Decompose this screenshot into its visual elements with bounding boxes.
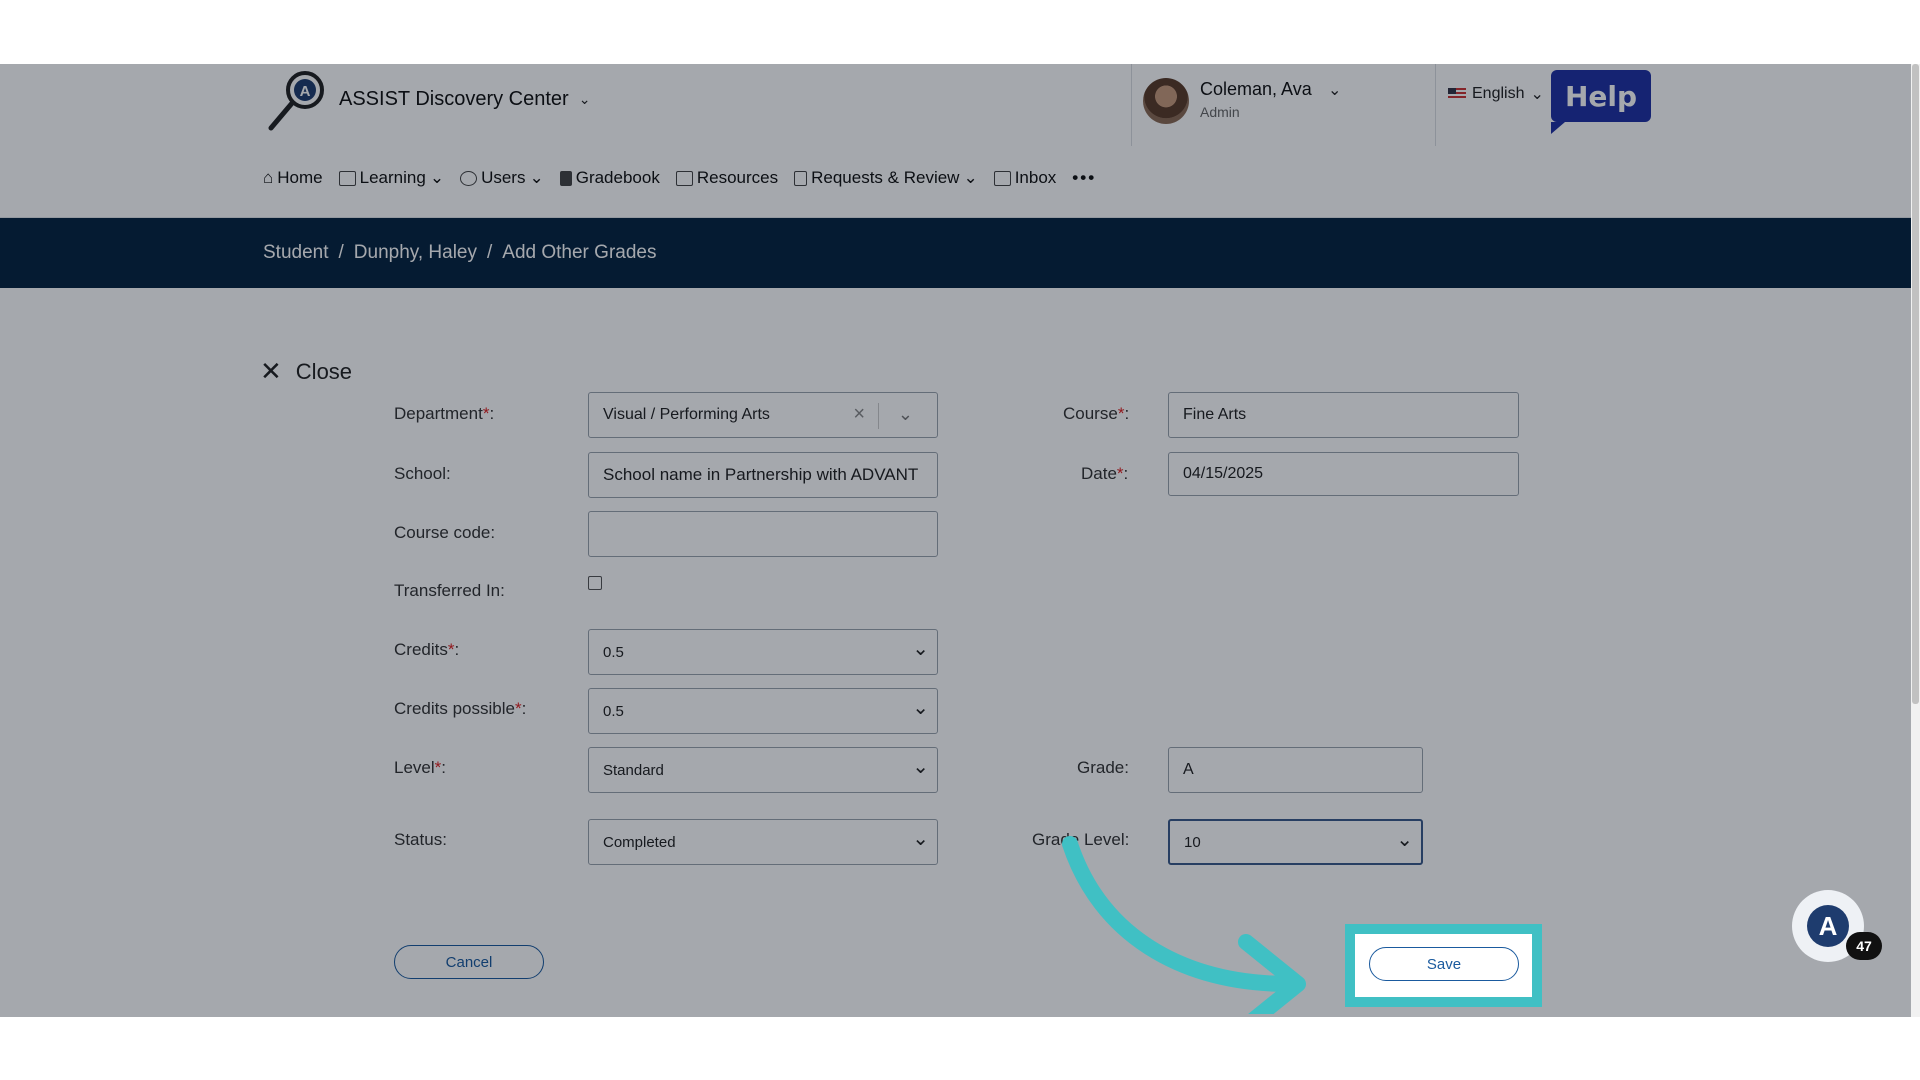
date-value: 04/15/2025 xyxy=(1183,465,1264,482)
language-label: English xyxy=(1472,85,1525,102)
home-icon: ⌂ xyxy=(263,168,274,187)
us-flag-icon xyxy=(1448,88,1466,100)
breadcrumb-separator: / xyxy=(487,242,493,263)
header: A ASSIST Discovery Center ⌄ Coleman, Ava… xyxy=(0,64,1911,218)
nav-learning[interactable]: Learning ⌄ xyxy=(338,168,445,188)
status-value: Completed xyxy=(603,833,676,851)
close-icon: ✕ xyxy=(260,356,282,386)
grade-value: A xyxy=(1183,761,1194,778)
course-input[interactable]: Fine Arts xyxy=(1168,392,1519,438)
notification-badge: 47 xyxy=(1846,932,1882,960)
level-label: Level*: xyxy=(394,758,446,777)
avatar xyxy=(1143,78,1189,124)
app-title[interactable]: ASSIST Discovery Center ⌄ xyxy=(339,88,590,111)
nav-learning-label: Learning xyxy=(359,168,426,187)
chevron-down-icon: ⌄ xyxy=(429,168,445,187)
close-button[interactable]: ✕ Close xyxy=(260,356,352,387)
breadcrumb-separator: / xyxy=(338,242,344,263)
svg-text:A: A xyxy=(300,83,311,100)
credits-possible-select[interactable]: 0.5 xyxy=(588,688,938,734)
chevron-down-icon: ⌄ xyxy=(578,91,591,107)
user-menu[interactable]: Coleman, Ava Admin ⌄ xyxy=(1131,64,1436,146)
date-label: Date*: xyxy=(1081,464,1129,483)
nav-home-label: Home xyxy=(277,168,323,187)
nav-resources[interactable]: Resources xyxy=(675,168,779,188)
credits-select[interactable]: 0.5 xyxy=(588,629,938,675)
nav-requests-label: Requests & Review xyxy=(811,168,960,187)
course-label: Course*: xyxy=(1063,404,1130,423)
transferred-in-checkbox[interactable] xyxy=(588,576,602,590)
transferred-in-label: Transferred In: xyxy=(394,581,505,600)
department-select[interactable]: Visual / Performing Arts × ⌄ xyxy=(588,392,938,438)
gradebook-icon xyxy=(559,170,572,186)
course-code-input[interactable] xyxy=(588,511,938,557)
breadcrumb-student-name[interactable]: Dunphy, Haley xyxy=(354,242,477,264)
chevron-down-icon[interactable]: ⌄ xyxy=(898,404,913,425)
credits-value: 0.5 xyxy=(603,643,624,661)
department-value: Visual / Performing Arts xyxy=(603,406,770,423)
more-icon[interactable]: ••• xyxy=(1072,168,1096,188)
credits-label: Credits*: xyxy=(394,640,460,659)
school-label: School: xyxy=(394,464,451,483)
close-label: Close xyxy=(295,358,353,384)
requests-icon xyxy=(794,170,808,186)
user-role: Admin xyxy=(1200,104,1240,120)
language-selector[interactable]: English ⌄ xyxy=(1448,84,1544,104)
chevron-down-icon: ⌄ xyxy=(1530,86,1544,103)
chevron-down-icon: ⌄ xyxy=(1328,82,1342,99)
level-value: Standard xyxy=(603,761,664,779)
breadcrumb: Student / Dunphy, Haley / Add Other Grad… xyxy=(263,242,656,264)
app-title-text: ASSIST Discovery Center xyxy=(339,88,569,110)
nav-requests[interactable]: Requests & Review ⌄ xyxy=(794,168,978,188)
credits-possible-value: 0.5 xyxy=(603,702,624,720)
help-button[interactable]: Help xyxy=(1551,70,1651,134)
status-label: Status: xyxy=(394,830,447,849)
magnifier-logo-icon[interactable]: A xyxy=(263,68,329,134)
nav-home[interactable]: ⌂ Home xyxy=(263,168,323,188)
chevron-down-icon: ⌄ xyxy=(529,168,544,187)
date-input[interactable]: 04/15/2025 xyxy=(1168,452,1519,496)
user-name: Coleman, Ava xyxy=(1200,79,1312,99)
nav-users[interactable]: Users ⌄ xyxy=(460,168,544,188)
clear-icon[interactable]: × xyxy=(853,403,865,426)
separator xyxy=(878,403,879,429)
chevron-down-icon: ⌄ xyxy=(963,168,978,187)
assist-logo-icon: A xyxy=(1807,905,1849,947)
course-value: Fine Arts xyxy=(1183,406,1247,423)
school-input[interactable]: School name in Partnership with ADVANT xyxy=(588,452,938,498)
level-select[interactable]: Standard xyxy=(588,747,938,793)
course-code-label: Course code: xyxy=(394,523,496,542)
resources-icon xyxy=(675,170,693,186)
nav-inbox-label: Inbox xyxy=(1014,168,1057,187)
inbox-icon xyxy=(993,170,1011,186)
breadcrumb-bar: Student / Dunphy, Haley / Add Other Grad… xyxy=(0,218,1911,288)
nav-gradebook-label: Gradebook xyxy=(575,168,660,187)
app-window: A ASSIST Discovery Center ⌄ Coleman, Ava… xyxy=(0,64,1911,1017)
nav-resources-label: Resources xyxy=(696,168,779,187)
nav-users-label: Users xyxy=(481,168,526,187)
nav-inbox[interactable]: Inbox xyxy=(993,168,1057,188)
cancel-button[interactable]: Cancel xyxy=(394,945,544,979)
status-select[interactable]: Completed xyxy=(588,819,938,865)
breadcrumb-current: Add Other Grades xyxy=(502,242,657,263)
credits-possible-label: Credits possible*: xyxy=(394,699,527,718)
main-nav: ⌂ Home Learning ⌄ Users ⌄ Gradebook Reso… xyxy=(263,168,1096,188)
learning-icon xyxy=(338,170,356,186)
breadcrumb-student[interactable]: Student xyxy=(263,242,329,264)
nav-gradebook[interactable]: Gradebook xyxy=(559,168,660,188)
save-button[interactable]: Save xyxy=(1369,947,1519,981)
department-label: Department*: xyxy=(394,404,495,423)
grade-input[interactable]: A xyxy=(1168,747,1423,793)
school-value: School name in Partnership with ADVANT xyxy=(603,465,919,484)
arrow-annotation-icon xyxy=(1062,836,1306,1014)
users-icon xyxy=(460,170,478,186)
scrollbar-thumb[interactable] xyxy=(1912,64,1919,704)
grade-label: Grade: xyxy=(1077,758,1129,777)
